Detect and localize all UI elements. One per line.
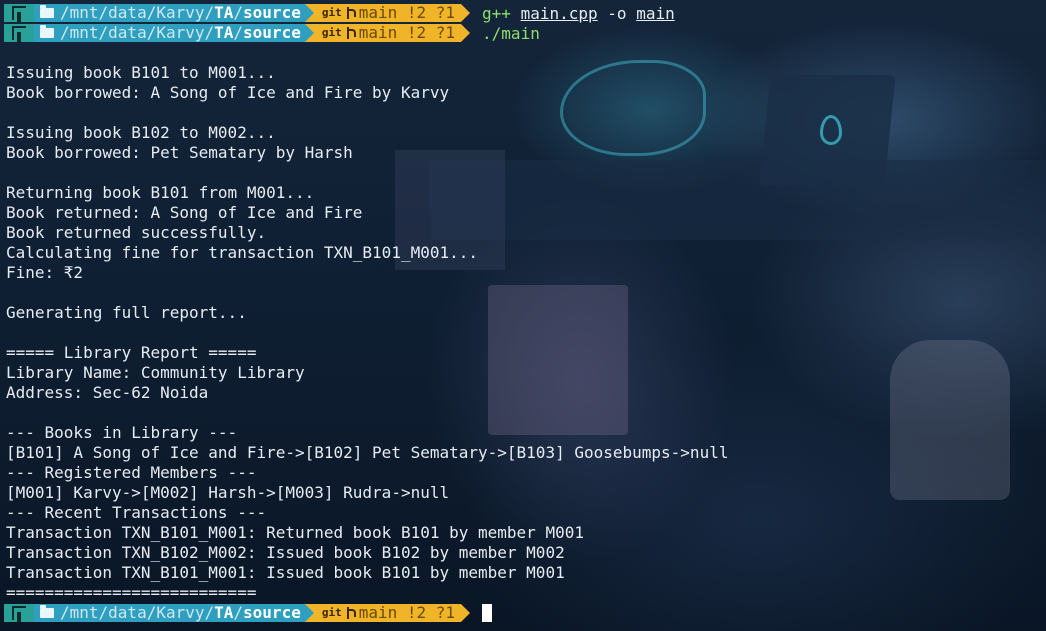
git-arrow	[461, 4, 471, 22]
path-arrow	[304, 604, 314, 622]
path-segment: /mnt/data/Karvy/TA / source	[34, 604, 305, 622]
git-segment: git main !2 ?1	[313, 23, 462, 42]
path-separator: /	[233, 603, 244, 622]
git-arrow	[461, 604, 471, 622]
path-separator: /	[233, 23, 244, 42]
output-line: Transaction TXN_B101_M001: Returned book…	[6, 523, 584, 542]
git-label: git	[321, 6, 342, 19]
path-prefix: /mnt/data/Karvy/	[60, 3, 215, 22]
output-line: Book returned successfully.	[6, 223, 267, 242]
branch-icon	[346, 7, 356, 19]
path-last: source	[243, 23, 301, 42]
output-line: Library Name: Community Library	[6, 363, 305, 382]
folder-icon	[40, 5, 54, 18]
output-line: [M001] Karvy->[M002] Harsh->[M003] Rudra…	[6, 483, 450, 502]
manjaro-icon	[12, 606, 26, 622]
prompt-line-1: /mnt/data/Karvy/TA / source git main !2 ?1 …	[4, 3, 675, 23]
output-line: Book returned: A Song of Ice and Fire	[6, 203, 363, 222]
path-arrow	[304, 4, 314, 22]
path-prefix: /mnt/data/Karvy/	[60, 23, 215, 42]
terminal-window[interactable]: /mnt/data/Karvy/TA / source git main !2 ?1 …	[0, 0, 1046, 631]
output-line: Calculating fine for transaction TXN_B10…	[6, 243, 479, 262]
path-last: source	[243, 603, 301, 622]
output-line: Transaction TXN_B101_M001: Issued book B…	[6, 563, 565, 582]
command-output-file: main	[636, 3, 675, 23]
branch-icon	[346, 607, 356, 619]
output-line: Fine: ₹2	[6, 263, 84, 282]
output-line: Book borrowed: Pet Sematary by Harsh	[6, 143, 353, 162]
output-line: Returning book B101 from M001...	[6, 183, 315, 202]
terminal-cursor[interactable]	[482, 604, 493, 622]
git-branch-status: main !2 ?1	[358, 23, 456, 42]
prompt-line-3: /mnt/data/Karvy/TA / source git main !2 ?1	[4, 603, 493, 622]
command-flag: -o	[607, 3, 627, 23]
path-mid: TA	[214, 603, 234, 622]
output-line: Issuing book B102 to M002...	[6, 123, 276, 142]
git-segment: git main !2 ?1	[313, 3, 462, 22]
git-segment: git main !2 ?1	[313, 603, 462, 622]
output-line: Address: Sec-62 Noida	[6, 383, 209, 402]
path-separator: /	[233, 3, 244, 22]
git-branch-status: main !2 ?1	[358, 3, 456, 22]
git-branch-status: main !2 ?1	[358, 603, 456, 622]
command-binary: g++	[482, 3, 511, 23]
command-compile: g++ main.cpp -o main	[482, 4, 675, 23]
output-line: [B101] A Song of Ice and Fire->[B102] Pe…	[6, 443, 729, 462]
os-segment	[4, 604, 34, 622]
prompt-line-2: /mnt/data/Karvy/TA / source git main !2 ?1 …	[4, 23, 540, 43]
output-line: Transaction TXN_B102_M002: Issued book B…	[6, 543, 565, 562]
command-run: ./main	[482, 23, 540, 43]
git-label: git	[321, 26, 342, 39]
output-line: ===== Library Report =====	[6, 343, 257, 362]
output-line: Book borrowed: A Song of Ice and Fire by…	[6, 83, 450, 102]
branch-icon	[346, 27, 356, 39]
path-segment: /mnt/data/Karvy/TA / source	[34, 24, 305, 42]
output-line: Generating full report...	[6, 303, 247, 322]
output-line: Issuing book B101 to M001...	[6, 63, 276, 82]
folder-icon	[40, 25, 54, 38]
manjaro-icon	[12, 6, 26, 22]
git-label: git	[321, 606, 342, 619]
path-prefix: /mnt/data/Karvy/	[60, 603, 215, 622]
path-last: source	[243, 3, 301, 22]
path-mid: TA	[214, 3, 234, 22]
path-mid: TA	[214, 23, 234, 42]
path-arrow	[304, 24, 314, 42]
output-line: --- Recent Transactions ---	[6, 503, 267, 522]
output-line: ==========================	[6, 583, 257, 602]
output-line: --- Books in Library ---	[6, 423, 238, 442]
os-segment	[4, 24, 34, 42]
command-source-file: main.cpp	[520, 3, 598, 23]
path-segment: /mnt/data/Karvy/TA / source	[34, 4, 305, 22]
git-arrow	[461, 24, 471, 42]
os-segment	[4, 4, 34, 22]
output-line: --- Registered Members ---	[6, 463, 257, 482]
folder-icon	[40, 605, 54, 618]
manjaro-icon	[12, 26, 26, 42]
